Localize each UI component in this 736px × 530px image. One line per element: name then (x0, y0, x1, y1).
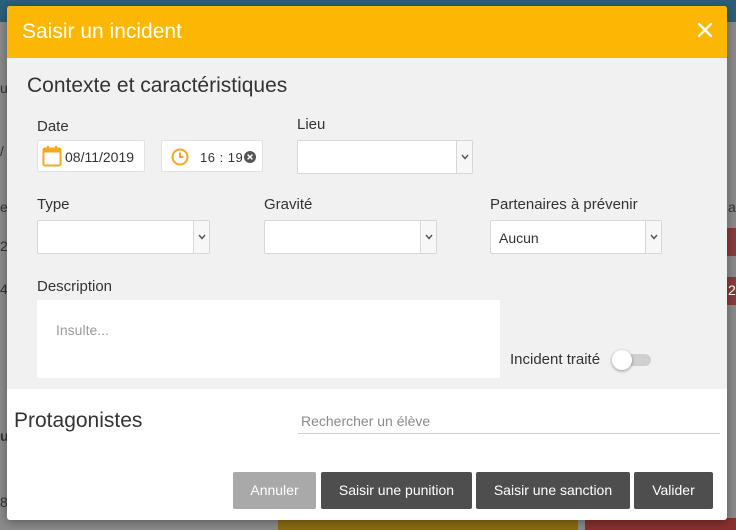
partenaires-select[interactable]: Aucun (490, 220, 662, 254)
chevron-down-icon[interactable] (645, 221, 661, 253)
gravite-select[interactable] (264, 220, 437, 254)
background-text: 2 (728, 282, 736, 298)
gravite-label: Gravité (264, 196, 313, 213)
time-input[interactable]: 16 : 19 (161, 140, 263, 172)
partenaires-value: Aucun (499, 230, 539, 246)
context-section-title: Contexte et caractéristiques (27, 74, 288, 97)
chevron-down-icon[interactable] (456, 141, 472, 173)
chevron-down-icon[interactable] (193, 221, 209, 253)
partenaires-label: Partenaires à prévenir (490, 196, 638, 213)
date-value: 08/11/2019 (65, 149, 135, 165)
incident-modal: Saisir un incident Contexte et caractéri… (7, 6, 727, 520)
valider-button[interactable]: Valider (634, 472, 713, 509)
modal-header: Saisir un incident (7, 6, 727, 58)
student-search-input[interactable] (298, 409, 720, 433)
background-text: a (728, 199, 736, 215)
background-red-marker (727, 228, 736, 256)
clear-icon[interactable] (244, 150, 256, 168)
saisir-punition-button[interactable]: Saisir une punition (321, 472, 472, 509)
incident-traite-label: Incident traité (510, 351, 601, 368)
modal-title: Saisir un incident (22, 20, 182, 43)
description-textarea[interactable]: Insulte... (37, 300, 500, 378)
type-label: Type (37, 196, 70, 213)
saisir-sanction-button[interactable]: Saisir une sanction (476, 472, 630, 509)
lieu-select[interactable] (297, 140, 473, 174)
close-icon[interactable] (695, 20, 715, 40)
calendar-icon[interactable] (42, 145, 62, 172)
toggle-knob[interactable] (612, 350, 632, 370)
description-label: Description (37, 278, 113, 295)
context-section: Contexte et caractéristiques Date 08/11/… (7, 58, 727, 389)
protagonists-title: Protagonistes (14, 409, 143, 432)
lieu-label: Lieu (297, 116, 326, 133)
clock-icon[interactable] (170, 147, 190, 172)
background-text: / (0, 143, 4, 159)
cancel-button[interactable]: Annuler (233, 472, 316, 509)
type-select[interactable] (37, 220, 210, 254)
chevron-down-icon[interactable] (420, 221, 436, 253)
date-input[interactable]: 08/11/2019 (37, 140, 145, 172)
date-label: Date (37, 118, 69, 135)
student-search (298, 409, 720, 434)
time-value: 16 : 19 (200, 150, 244, 165)
description-placeholder: Insulte... (56, 322, 109, 338)
